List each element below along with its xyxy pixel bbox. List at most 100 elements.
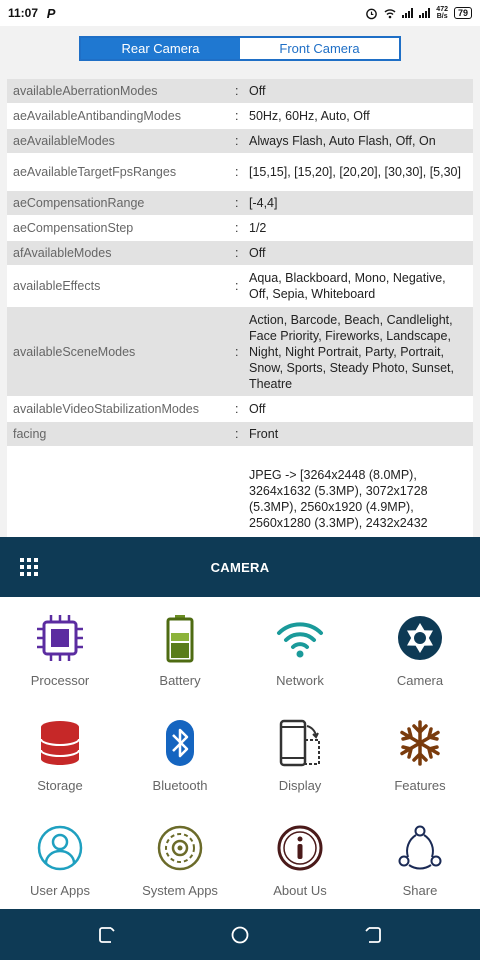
feature-menu: Processor Battery Network Camera Storage… <box>0 597 480 909</box>
table-row: :JPEG -> [3264x2448 (8.0MP), 3264x1632 (… <box>7 447 473 535</box>
menu-item-label: Camera <box>396 673 444 688</box>
signal-2-icon <box>419 8 431 18</box>
menu-item-battery[interactable]: Battery <box>120 597 240 702</box>
display-icon <box>279 719 320 767</box>
property-key: afAvailableModes <box>13 246 112 260</box>
property-key: facing <box>13 427 47 441</box>
menu-item-label: Network <box>276 673 324 688</box>
menu-item-label: Storage <box>37 778 83 793</box>
storage-icon <box>40 721 80 765</box>
property-value: 50Hz, 60Hz, Auto, Off <box>249 109 370 123</box>
property-separator: : <box>235 344 239 359</box>
signal-icon <box>402 8 414 18</box>
property-value: Off <box>249 84 266 98</box>
status-time: 11:07 <box>8 6 39 20</box>
app-notification-icon: P <box>46 5 56 21</box>
system-apps-icon <box>157 825 203 871</box>
property-value: [15,15], [15,20], [20,20], [30,30], [5,3… <box>249 165 461 179</box>
net-speed-unit: B/s <box>436 13 448 20</box>
table-row: availableVideoStabilizationModes: Off <box>7 397 473 422</box>
menu-item-system-apps[interactable]: System Apps <box>120 807 240 909</box>
camera-aperture-icon <box>398 616 442 660</box>
net-speed-value: 472 <box>436 6 448 13</box>
property-value: Front <box>249 427 279 441</box>
property-value: Off <box>249 402 266 416</box>
menu-item-label: User Apps <box>30 883 90 898</box>
status-bar: 11:07 P 472 B/s 79 <box>0 0 480 26</box>
menu-item-display[interactable]: Display <box>240 702 360 807</box>
property-key: aeAvailableAntibandingModes <box>13 109 181 123</box>
menu-item-label: Display <box>278 778 322 793</box>
home-icon[interactable] <box>229 924 251 946</box>
property-key: availableSceneModes <box>13 344 136 359</box>
header-bar: CAMERA <box>0 537 480 597</box>
table-row: aeAvailableModes: Always Flash, Auto Flas… <box>7 129 473 154</box>
menu-item-label: System Apps <box>142 883 218 898</box>
bluetooth-icon <box>166 720 194 766</box>
menu-item-camera[interactable]: Camera <box>360 597 480 702</box>
alarm-icon <box>366 8 378 19</box>
property-separator: : <box>235 279 239 293</box>
property-key: aeCompensationRange <box>13 196 145 210</box>
table-row: availableEffects: Aqua, Blackboard, Mono,… <box>7 266 473 307</box>
recent-apps-icon[interactable] <box>96 924 118 946</box>
property-separator: : <box>235 165 239 179</box>
property-key: availableAberrationModes <box>13 84 158 98</box>
menu-item-label: Share <box>402 883 438 898</box>
menu-item-processor[interactable]: Processor <box>0 597 120 702</box>
table-row: facing: Front <box>7 422 473 447</box>
battery-status-icon: 79 <box>453 7 472 19</box>
processor-icon <box>37 615 83 661</box>
battery-level: 79 <box>457 8 468 18</box>
wifi-icon <box>277 622 323 658</box>
table-row: aeCompensationRange: [-4,4] <box>7 191 473 216</box>
menu-item-bluetooth[interactable]: Bluetooth <box>120 702 240 807</box>
table-row: availableAberrationModes: Off <box>7 79 473 104</box>
menu-item-network[interactable]: Network <box>240 597 360 702</box>
property-separator: : <box>235 221 239 235</box>
menu-item-label: About Us <box>273 883 327 898</box>
property-key: availableVideoStabilizationModes <box>13 402 200 416</box>
snowflake-icon <box>400 720 440 766</box>
property-separator: : <box>235 109 239 123</box>
property-separator: : <box>235 196 239 210</box>
menu-item-user-apps[interactable]: User Apps <box>0 807 120 909</box>
table-row: availableSceneModes: Action, Barcode, Bea… <box>7 307 473 397</box>
back-icon[interactable] <box>362 924 384 946</box>
property-separator: : <box>235 427 239 441</box>
property-value: 1/2 <box>249 221 267 235</box>
table-row: aeAvailableAntibandingModes:50Hz, 60Hz, … <box>7 104 473 129</box>
property-value: Aqua, Blackboard, Mono, Negative, Off, S… <box>249 271 446 301</box>
user-apps-icon <box>37 825 83 871</box>
system-nav-bar <box>0 909 480 960</box>
property-value: JPEG -> [3264x2448 (8.0MP), 3264x1632 (5… <box>249 468 428 530</box>
battery-icon <box>166 615 194 663</box>
wifi-status-icon <box>384 8 396 18</box>
menu-item-about-us[interactable]: About Us <box>240 807 360 909</box>
property-value: Action, Barcode, Beach, Candlelight, Fac… <box>249 312 454 391</box>
camera-properties-table[interactable]: availableAberrationModes: Off aeAvailableA… <box>7 79 473 537</box>
menu-item-label: Processor <box>30 673 90 688</box>
property-separator: : <box>235 84 239 98</box>
property-key: aeAvailableModes <box>13 134 115 148</box>
property-value: [-4,4] <box>249 196 278 210</box>
property-separator: : <box>235 134 239 148</box>
menu-item-share[interactable]: Share <box>360 807 480 909</box>
property-key: aeCompensationStep <box>13 221 134 235</box>
menu-item-features[interactable]: Features <box>360 702 480 807</box>
grid-menu-icon[interactable] <box>20 558 38 576</box>
table-row: afAvailableModes: Off <box>7 241 473 266</box>
tab-rear-camera[interactable]: Rear Camera <box>81 38 240 59</box>
menu-item-label: Features <box>394 778 446 793</box>
camera-toggle: Rear Camera Front Camera <box>79 36 401 61</box>
property-value: Off <box>249 246 266 260</box>
property-value: Always Flash, Auto Flash, Off, On <box>249 134 436 148</box>
tab-front-camera[interactable]: Front Camera <box>240 38 399 59</box>
info-icon <box>277 825 323 871</box>
page-title: CAMERA <box>210 559 270 575</box>
menu-item-storage[interactable]: Storage <box>0 702 120 807</box>
property-separator: : <box>235 402 239 416</box>
property-separator: : <box>235 246 239 260</box>
share-icon <box>398 825 442 870</box>
net-speed: 472 B/s <box>436 6 448 20</box>
